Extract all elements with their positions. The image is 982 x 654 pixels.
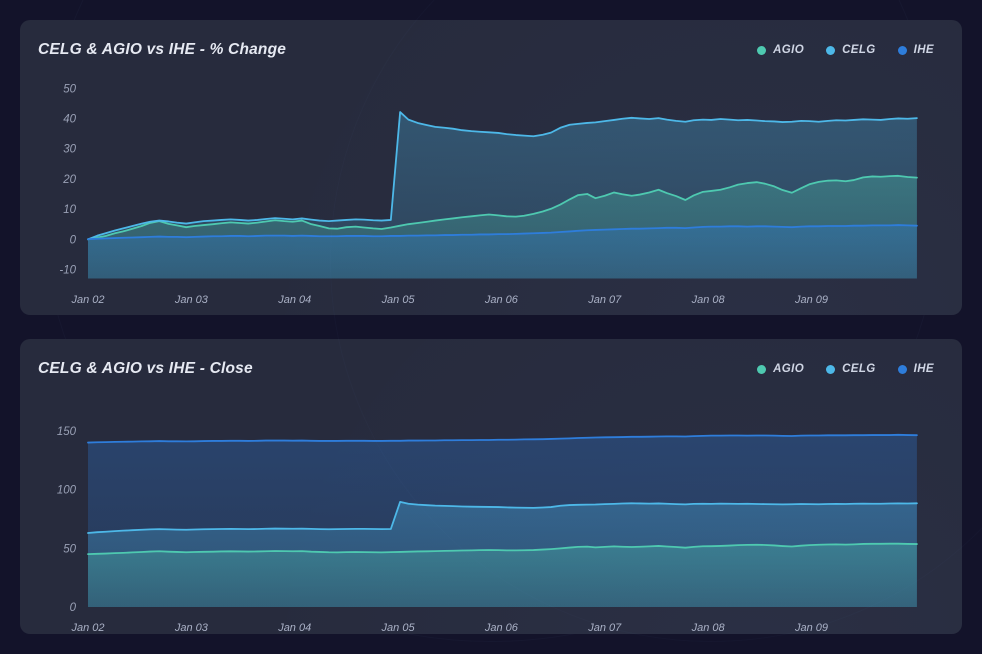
x-axis-tick-label: Jan 04 bbox=[277, 294, 311, 306]
chart-legend-close: AGIO CELG IHE bbox=[757, 363, 934, 375]
y-axis-tick-label: 0 bbox=[70, 602, 77, 614]
legend-dot-icon bbox=[757, 45, 767, 55]
x-axis-tick-label: Jan 05 bbox=[381, 294, 416, 306]
x-axis-tick-label: Jan 04 bbox=[277, 622, 311, 634]
chart-header-close: CELG & AGIO vs IHE - Close AGIO CELG IHE bbox=[20, 339, 962, 385]
chart-title-close: CELG & AGIO vs IHE - Close bbox=[38, 360, 253, 377]
chart-svg-close[interactable]: 150 100 50 0 Jan 02 Jan 03 Jan 04 Jan 05 Jan 06 J… bbox=[20, 385, 962, 634]
legend-dot-icon bbox=[826, 45, 836, 55]
legend-dot-icon bbox=[897, 364, 907, 374]
chart-title-pct-change: CELG & AGIO vs IHE - % Change bbox=[38, 41, 287, 58]
legend-label-ihe: IHE bbox=[913, 44, 934, 56]
x-axis-tick-label: Jan 02 bbox=[71, 294, 105, 306]
x-axis-tick-label: Jan 07 bbox=[587, 622, 622, 634]
y-axis-tick-label: 30 bbox=[63, 144, 76, 156]
y-axis-tick-label: 10 bbox=[63, 204, 76, 216]
legend-label-agio: AGIO bbox=[773, 363, 805, 375]
legend-dot-icon bbox=[757, 364, 767, 374]
dashboard-root: CELG & AGIO vs IHE - % Change AGIO CELG … bbox=[0, 0, 982, 654]
y-axis-tick-label: 150 bbox=[57, 426, 77, 438]
x-axis-tick-label: Jan 07 bbox=[587, 294, 622, 306]
y-axis-tick-label: 40 bbox=[63, 113, 76, 125]
chart-card-close: CELG & AGIO vs IHE - Close AGIO CELG IHE… bbox=[20, 339, 962, 634]
y-axis-tick-label: 100 bbox=[57, 485, 77, 497]
legend-item-agio[interactable]: AGIO bbox=[757, 44, 804, 56]
area-fill-agio bbox=[88, 543, 917, 607]
x-axis-tick-label: Jan 06 bbox=[484, 294, 519, 306]
x-axis-tick-label: Jan 03 bbox=[174, 622, 209, 634]
plot-area-pct-change[interactable]: 50 40 30 20 10 0 -10 Jan 02 Jan 03 Jan 04 Jan 05 Ja… bbox=[20, 66, 962, 315]
plot-area-close[interactable]: 150 100 50 0 Jan 02 Jan 03 Jan 04 Jan 05 Jan 06 J… bbox=[20, 385, 962, 634]
chart-header-pct-change: CELG & AGIO vs IHE - % Change AGIO CELG … bbox=[20, 20, 962, 66]
legend-label-ihe: IHE bbox=[913, 363, 934, 375]
y-axis-tick-label: 50 bbox=[63, 543, 76, 555]
x-axis-tick-label: Jan 08 bbox=[691, 622, 726, 634]
legend-item-ihe[interactable]: IHE bbox=[897, 363, 934, 375]
x-axis-tick-label: Jan 09 bbox=[794, 294, 828, 306]
legend-item-ihe[interactable]: IHE bbox=[897, 44, 934, 56]
chart-legend-pct-change: AGIO CELG IHE bbox=[757, 44, 934, 56]
legend-label-celg: CELG bbox=[842, 363, 876, 375]
legend-dot-icon bbox=[826, 364, 836, 374]
y-axis-tick-label: 0 bbox=[70, 234, 77, 246]
legend-item-celg[interactable]: CELG bbox=[826, 363, 876, 375]
x-axis-tick-label: Jan 03 bbox=[174, 294, 209, 306]
y-axis-tick-label: 20 bbox=[62, 174, 76, 186]
y-axis-tick-label: 50 bbox=[63, 83, 76, 95]
y-axis-tick-label: -10 bbox=[59, 264, 76, 276]
x-axis-tick-label: Jan 02 bbox=[70, 622, 104, 634]
legend-dot-icon bbox=[897, 45, 907, 55]
chart-svg-pct-change[interactable]: 50 40 30 20 10 0 -10 Jan 02 Jan 03 Jan 04 Jan 05 Ja… bbox=[20, 66, 962, 315]
legend-item-celg[interactable]: CELG bbox=[826, 44, 876, 56]
chart-card-pct-change: CELG & AGIO vs IHE - % Change AGIO CELG … bbox=[20, 20, 962, 315]
x-axis-tick-label: Jan 06 bbox=[484, 622, 519, 634]
x-axis-tick-label: Jan 09 bbox=[794, 622, 828, 634]
legend-label-celg: CELG bbox=[842, 44, 876, 56]
legend-label-agio: AGIO bbox=[773, 44, 805, 56]
legend-item-agio[interactable]: AGIO bbox=[757, 363, 804, 375]
x-axis-tick-label: Jan 05 bbox=[381, 622, 416, 634]
x-axis-tick-label: Jan 08 bbox=[691, 294, 726, 306]
